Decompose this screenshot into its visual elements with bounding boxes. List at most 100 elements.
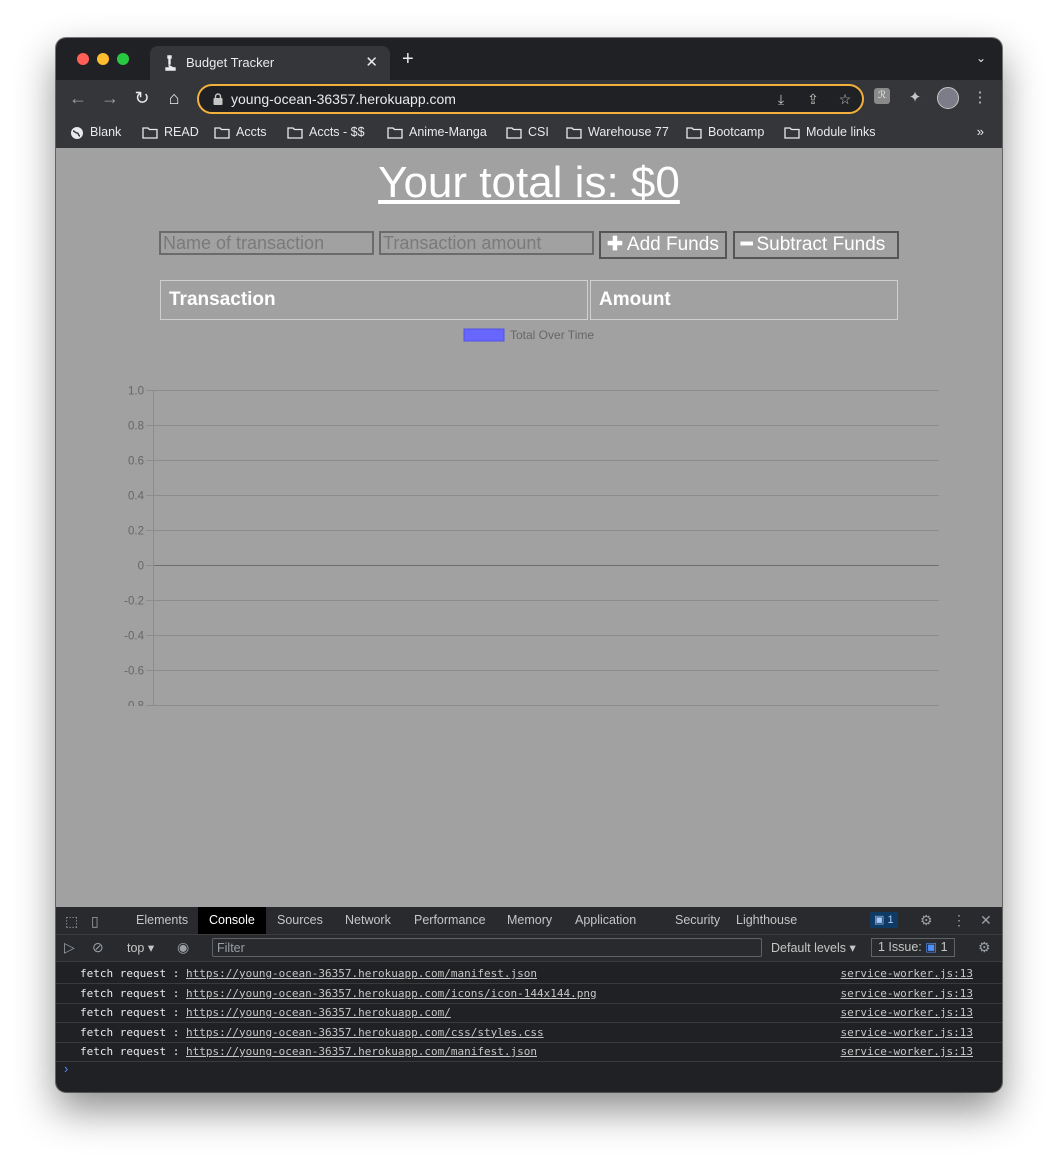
message-icon: ▣: [874, 914, 888, 926]
devtools-tab-elements[interactable]: Elements: [125, 907, 199, 934]
y-tick-label: 0.2: [128, 526, 144, 538]
close-devtools-icon[interactable]: ✕: [980, 912, 992, 929]
devtools-tab-lighthouse[interactable]: Lighthouse: [725, 907, 808, 934]
devtools-tab-performance[interactable]: Performance: [403, 907, 497, 934]
folder-icon: [287, 127, 303, 139]
bookmarks-overflow-icon[interactable]: »: [977, 124, 984, 139]
new-tab-icon[interactable]: +: [402, 49, 414, 69]
devtools-tab-bar: ⬚ ▯ Elements Console Sources Network Perform…: [56, 907, 1002, 935]
y-tick-label: 0: [138, 561, 144, 573]
browser-window: Budget Tracker ✕ + ⌄ ← → ↻ ⌂ young-ocean…: [56, 38, 1002, 1092]
log-source-link[interactable]: service-worker.js:13: [841, 1042, 973, 1061]
bookmark-warehouse-77[interactable]: Warehouse 77: [566, 123, 669, 141]
add-funds-button[interactable]: ✚ Add Funds: [599, 231, 727, 259]
zoom-window-button[interactable]: [117, 53, 129, 65]
bookmark-accts[interactable]: Accts: [214, 123, 267, 141]
bookmark-module-links[interactable]: Module links: [784, 123, 875, 141]
device-toolbar-icon[interactable]: ▯: [91, 913, 99, 930]
table-header-transaction: Transaction: [160, 280, 588, 320]
log-url-link[interactable]: https://young-ocean-36357.herokuapp.com/…: [186, 1026, 544, 1039]
extension-icon[interactable]: ℛ: [874, 88, 890, 104]
bookmark-blank[interactable]: Blank: [70, 123, 121, 141]
bookmark-label: CSI: [528, 125, 549, 139]
log-url-link[interactable]: https://young-ocean-36357.herokuapp.com/…: [186, 987, 597, 1000]
transaction-amount-input[interactable]: [379, 231, 594, 255]
inspect-element-icon[interactable]: ⬚: [65, 913, 78, 930]
log-source-link[interactable]: service-worker.js:13: [841, 984, 973, 1003]
devtools-settings-icon[interactable]: ⚙: [920, 912, 933, 929]
bookmark-csi[interactable]: CSI: [506, 123, 549, 141]
messages-badge[interactable]: ▣ 1: [870, 912, 898, 928]
bookmark-label: Anime-Manga: [409, 125, 487, 139]
forward-icon[interactable]: →: [98, 86, 122, 110]
devtools-tab-network[interactable]: Network: [334, 907, 402, 934]
console-filter-input[interactable]: Filter: [212, 938, 762, 957]
back-icon[interactable]: ←: [66, 86, 90, 110]
bookmark-read[interactable]: READ: [142, 123, 199, 141]
tab-title: Budget Tracker: [186, 55, 275, 70]
console-log-row: fetch request : https://young-ocean-3635…: [56, 1003, 1002, 1023]
console-settings-icon[interactable]: ⚙: [978, 939, 991, 956]
sidebar-toggle-icon[interactable]: ▷: [64, 939, 75, 956]
minimize-window-button[interactable]: [97, 53, 109, 65]
console-log-row: fetch request : https://young-ocean-3635…: [56, 1023, 1002, 1043]
tab-search-chevron-icon[interactable]: ⌄: [976, 51, 986, 65]
log-levels-dropdown[interactable]: Default levels ▾: [771, 940, 856, 955]
address-bar[interactable]: young-ocean-36357.herokuapp.com ⤓ ⇪ ☆: [197, 84, 864, 114]
transaction-name-input[interactable]: [159, 231, 374, 255]
home-icon[interactable]: ⌂: [162, 86, 186, 110]
folder-icon: [686, 127, 702, 139]
add-funds-label: Add Funds: [626, 234, 719, 255]
subtract-funds-button[interactable]: ━ Subtract Funds: [733, 231, 899, 259]
tab-strip: Budget Tracker ✕ + ⌄: [56, 38, 1002, 80]
extensions-puzzle-icon[interactable]: ✦: [905, 88, 925, 108]
browser-menu-icon[interactable]: ⋮: [970, 88, 990, 108]
devtools-panel: ⬚ ▯ Elements Console Sources Network Perform…: [56, 907, 1002, 1092]
log-message: fetch request : https://young-ocean-3635…: [80, 1023, 544, 1042]
bookmark-star-icon[interactable]: ☆: [836, 90, 854, 108]
bookmark-label: Accts - $$: [309, 125, 365, 139]
log-source-link[interactable]: service-worker.js:13: [841, 1003, 973, 1022]
bookmark-label: Module links: [806, 125, 876, 139]
log-message: fetch request : https://young-ocean-3635…: [80, 984, 597, 1003]
install-app-icon[interactable]: ⤓: [772, 90, 790, 108]
devtools-tab-memory[interactable]: Memory: [496, 907, 563, 934]
browser-tab[interactable]: Budget Tracker ✕: [150, 46, 390, 80]
y-tick-label: -0.8: [124, 701, 144, 707]
y-tick-label: 0.6: [128, 456, 144, 468]
close-window-button[interactable]: [77, 53, 89, 65]
log-url-link[interactable]: https://young-ocean-36357.herokuapp.com/: [186, 1006, 451, 1019]
devtools-tab-application[interactable]: Application: [564, 907, 647, 934]
avatar[interactable]: [937, 87, 959, 109]
console-log-row: fetch request : https://young-ocean-3635…: [56, 1042, 1002, 1062]
legend-label: Total Over Time: [510, 328, 594, 342]
console-toolbar: ▷ ⊘ top ▾ ◉ Filter Default levels ▾ 1 Is…: [56, 935, 1002, 962]
bookmark-anime-manga[interactable]: Anime-Manga: [387, 123, 487, 141]
y-tick-label: -0.4: [124, 631, 144, 643]
reload-icon[interactable]: ↻: [130, 86, 154, 110]
bookmark-accts-money[interactable]: Accts - $$: [287, 123, 365, 141]
log-source-link[interactable]: service-worker.js:13: [841, 964, 973, 983]
log-message: fetch request : https://young-ocean-3635…: [80, 1042, 537, 1061]
log-url-link[interactable]: https://young-ocean-36357.herokuapp.com/…: [186, 967, 537, 980]
devtools-tab-console[interactable]: Console: [198, 907, 266, 934]
devtools-tab-security[interactable]: Security: [664, 907, 731, 934]
console-prompt[interactable]: ›: [64, 1061, 68, 1076]
devtools-tab-sources[interactable]: Sources: [266, 907, 334, 934]
devtools-menu-icon[interactable]: ⋮: [952, 912, 966, 929]
issue-icon: ▣: [925, 940, 938, 954]
bookmark-label: Warehouse 77: [588, 125, 669, 139]
clear-console-icon[interactable]: ⊘: [92, 939, 104, 956]
bookmark-label: Accts: [236, 125, 267, 139]
console-log-row: fetch request : https://young-ocean-3635…: [56, 984, 1002, 1004]
log-source-link[interactable]: service-worker.js:13: [841, 1023, 973, 1042]
live-expression-eye-icon[interactable]: ◉: [177, 939, 189, 956]
close-tab-icon[interactable]: ✕: [365, 53, 378, 71]
log-url-link[interactable]: https://young-ocean-36357.herokuapp.com/…: [186, 1045, 537, 1058]
folder-icon: [214, 127, 230, 139]
y-tick-label: 1.0: [128, 386, 144, 398]
context-selector[interactable]: top ▾: [127, 940, 154, 955]
issues-button[interactable]: 1 Issue: ▣ 1: [871, 938, 955, 957]
share-icon[interactable]: ⇪: [804, 90, 822, 108]
bookmark-bootcamp[interactable]: Bootcamp: [686, 123, 764, 141]
